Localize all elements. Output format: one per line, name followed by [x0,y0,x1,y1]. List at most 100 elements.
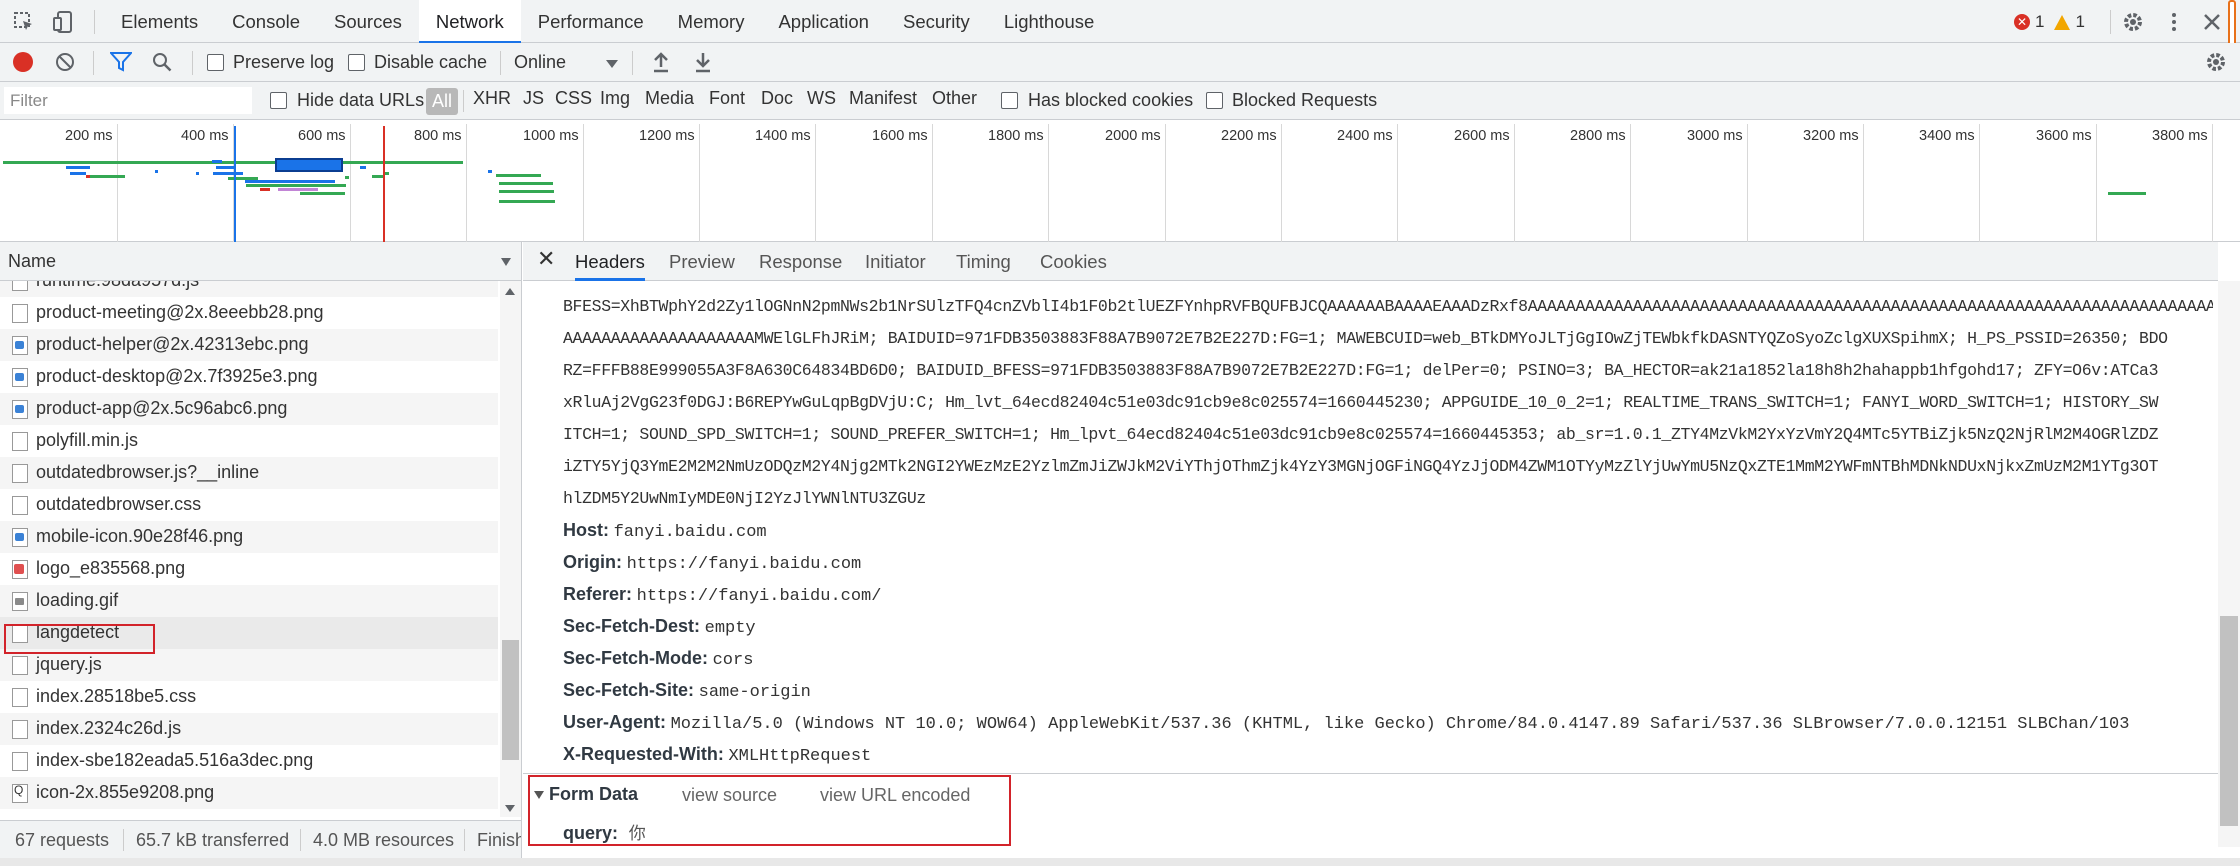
hide-data-urls-checkbox[interactable] [270,92,287,109]
request-row[interactable]: product-meeting@2x.8eeebb28.png [0,297,498,329]
tab-lighthouse[interactable]: Lighthouse [987,0,1112,43]
type-filter-xhr[interactable]: XHR [473,88,511,109]
overview-gridline [699,124,700,242]
blocked-requests-checkbox[interactable] [1206,92,1223,109]
tab-application[interactable]: Application [761,0,886,43]
request-row[interactable]: polyfill.min.js [0,425,498,457]
overview-tick-label: 800 ms [414,128,462,144]
request-row[interactable]: index.28518be5.css [0,681,498,713]
header-value: https://fanyi.baidu.com/ [636,587,882,606]
device-toolbar-icon[interactable] [52,10,76,34]
tab-initiator[interactable]: Initiator [865,242,926,281]
request-row[interactable]: product-desktop@2x.7f3925e3.png [0,361,498,393]
tab-security[interactable]: Security [886,0,987,43]
request-row[interactable]: runtime.98da957d.js [0,281,498,297]
preserve-log-checkbox[interactable] [207,54,224,71]
request-name: icon-2x.855e9208.png [36,782,215,802]
highlight-box-form-data [528,775,1011,846]
request-row[interactable]: icon-2x.855e9208.png [0,777,498,809]
has-blocked-cookies-checkbox[interactable] [1001,92,1018,109]
scroll-up-arrow-icon[interactable] [505,288,515,295]
request-row[interactable]: logo_e835568.png [0,553,498,585]
tab-timing[interactable]: Timing [956,242,1011,281]
tab-elements[interactable]: Elements [104,0,215,43]
search-icon[interactable] [152,52,172,72]
image-file-icon [12,560,28,579]
type-filter-media[interactable]: Media [645,88,694,109]
tab-console[interactable]: Console [215,0,317,43]
overview-tick-label: 1400 ms [755,128,811,144]
record-button[interactable] [13,52,33,72]
tab-cookies[interactable]: Cookies [1040,242,1107,281]
tab-headers[interactable]: Headers [575,242,645,281]
request-row[interactable]: outdatedbrowser.js?__inline [0,457,498,489]
overview-tick-label: 200 ms [65,128,113,144]
more-options-icon[interactable] [2162,10,2186,34]
request-list-header[interactable]: Name [0,242,521,281]
header-value: https://fanyi.baidu.com [626,555,862,574]
request-row[interactable]: product-app@2x.5c96abc6.png [0,393,498,425]
inspect-element-icon[interactable] [12,10,36,34]
resources-size: 4.0 MB resources [313,830,455,850]
header-name: Host: [563,520,609,540]
network-overview-timeline[interactable]: 200 ms 400 ms 600 ms 800 ms 1000 ms 1200 ms 14… [0,120,2240,242]
type-filter-all[interactable]: All [426,88,459,115]
details-scroll-thumb[interactable] [2220,616,2238,826]
request-row[interactable]: loading.gif [0,585,498,617]
main-tabs: Elements Console Sources Network Perform… [104,0,1112,44]
close-details-icon[interactable]: ✕ [537,246,555,272]
header-value: cors [712,651,754,670]
request-row[interactable]: mobile-icon.90e28f46.png [0,521,498,553]
close-devtools-icon[interactable] [2200,10,2224,34]
tab-performance[interactable]: Performance [521,0,661,43]
separator [632,51,633,75]
scroll-down-arrow-icon[interactable] [505,805,515,812]
request-row[interactable]: index.2324c26d.js [0,713,498,745]
settings-gear-icon[interactable] [2121,10,2145,34]
request-row[interactable]: product-helper@2x.42313ebc.png [0,329,498,361]
type-filter-doc[interactable]: Doc [761,88,793,109]
network-settings-gear-icon[interactable] [2204,50,2228,74]
cookie-header-line: BFESS=XhBTWphY2d2Zy1lOGNnN2pmNWs2b1NrSUl… [563,297,2213,316]
overview-bar [2108,192,2146,195]
overview-tick-label: 1000 ms [523,128,579,144]
tab-preview[interactable]: Preview [669,242,735,281]
tab-network[interactable]: Network [418,0,521,44]
disable-cache-checkbox[interactable] [348,54,365,71]
filter-funnel-icon[interactable] [110,52,132,72]
header-name: X-Requested-With: [563,744,724,764]
overview-gridline [466,124,467,242]
overview-gridline [1397,124,1398,242]
error-icon: ✕ [2014,14,2030,30]
type-filter-img[interactable]: Img [600,88,630,109]
import-har-icon[interactable] [652,51,670,73]
type-filter-manifest[interactable]: Manifest [849,88,917,109]
type-filter-other[interactable]: Other [932,88,977,109]
separator [464,829,465,851]
filter-input[interactable] [4,87,252,114]
overview-bar [70,172,86,175]
network-toolbar: Preserve log Disable cache Online [0,43,2240,82]
overview-tick-label: 3400 ms [1919,128,1975,144]
request-name: product-app@2x.5c96abc6.png [36,398,288,418]
issues-counter[interactable]: ✕ 1 1 [2014,10,2085,34]
request-row[interactable]: index-sbe182eada5.516a3dec.png [0,745,498,777]
clear-icon[interactable] [55,52,75,72]
request-row[interactable]: outdatedbrowser.css [0,489,498,521]
header-row-user-agent: User-Agent: Mozilla/5.0 (Windows NT 10.0… [563,712,2129,734]
devtools-tab-bar: Elements Console Sources Network Perform… [0,0,2240,62]
type-filter-font[interactable]: Font [709,88,745,109]
overview-bar [246,184,346,187]
export-har-icon[interactable] [694,51,712,73]
type-filter-ws[interactable]: WS [807,88,836,109]
throttling-select[interactable]: Online [512,51,622,75]
type-filter-js[interactable]: JS [523,88,544,109]
request-name: polyfill.min.js [36,430,139,450]
request-list-scroll-thumb[interactable] [502,640,519,760]
type-filter-css[interactable]: CSS [555,88,592,109]
overview-gridline [117,124,118,242]
tab-sources[interactable]: Sources [317,0,419,43]
tab-memory[interactable]: Memory [661,0,762,43]
overview-gridline [1165,124,1166,242]
tab-response[interactable]: Response [759,242,842,281]
